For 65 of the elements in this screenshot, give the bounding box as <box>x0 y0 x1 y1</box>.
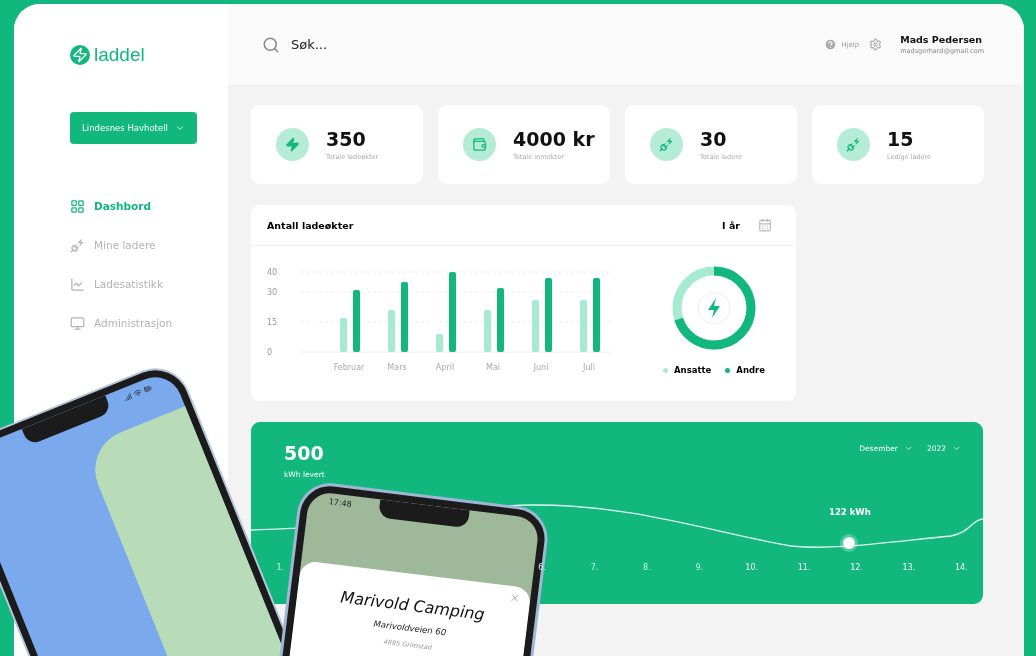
axis-label: 30 <box>267 288 278 297</box>
axis-label: 0 <box>267 348 273 357</box>
day-label: 6. <box>537 563 547 572</box>
axis-label: Juli <box>583 363 595 372</box>
sidebar-item[interactable]: Administrasjon <box>70 313 228 333</box>
grid-icon <box>70 198 85 214</box>
logo: laddel <box>70 44 228 66</box>
signal-icon <box>122 391 133 403</box>
bar <box>353 290 360 352</box>
day-label: 7. <box>589 563 600 572</box>
bar <box>580 300 587 352</box>
day-label: 14. <box>953 563 969 572</box>
period-button[interactable]: I år <box>716 218 746 232</box>
wifi-icon <box>132 387 143 399</box>
axis-label: 40 <box>267 268 278 277</box>
bar <box>484 310 491 352</box>
day-label: 9. <box>694 563 705 572</box>
search-icon <box>262 35 280 54</box>
charger-icon <box>70 237 85 253</box>
settings-icon[interactable] <box>869 38 883 51</box>
user-name: Mads Pedersen <box>900 34 983 45</box>
day-label: 11. <box>796 563 812 572</box>
line-chart-icon <box>70 276 85 292</box>
day-label: 13. <box>901 563 917 572</box>
calendar-icon[interactable] <box>758 218 772 232</box>
close-icon[interactable] <box>508 591 521 605</box>
card-title: Antall ladeøkter <box>267 219 355 231</box>
bar <box>497 288 504 352</box>
energy-value: 500 <box>284 442 325 464</box>
bar <box>340 318 347 352</box>
legend-label: Andre <box>736 365 765 375</box>
axis-label: Mai <box>486 363 500 372</box>
value-label: 122 kWh <box>829 507 871 517</box>
location-dropdown[interactable]: Lindesnes Havhotell <box>70 112 197 144</box>
battery-icon <box>142 383 154 395</box>
axis-label: Mars <box>387 363 407 372</box>
legend-label: Ansatte <box>674 365 712 375</box>
search-field[interactable]: Søk... <box>289 36 493 53</box>
day-label: 10. <box>744 563 760 572</box>
stat-value: 15 <box>887 128 915 150</box>
help-icon <box>824 38 838 51</box>
chevron-down-icon <box>174 123 185 133</box>
bar <box>401 282 408 352</box>
day-label: 12. <box>849 563 864 572</box>
stat-value: 350 <box>326 128 367 150</box>
bar <box>436 334 443 352</box>
sidebar-item[interactable]: Mine ladere <box>70 235 228 255</box>
day-label: 8. <box>642 563 652 572</box>
stat-value: 4000 kr <box>513 128 595 150</box>
day-label: 1. <box>275 563 285 572</box>
charger-icon <box>659 137 674 152</box>
axis-label: 15 <box>267 318 278 327</box>
bar <box>532 300 539 352</box>
axis-label: Juni <box>533 363 549 372</box>
sidebar-item[interactable]: Dashbord <box>70 196 228 216</box>
wallet-icon <box>472 137 487 152</box>
axis-label: April <box>435 363 455 372</box>
axis-label: Februar <box>333 363 365 372</box>
charger-icon <box>846 137 861 152</box>
monitor-icon <box>70 315 85 331</box>
bar <box>388 310 395 352</box>
stat-value: 30 <box>700 128 728 150</box>
status-time: 17:48 <box>328 497 353 509</box>
lightning-icon <box>285 137 300 152</box>
sidebar-item[interactable]: Ladesatistikk <box>70 274 228 294</box>
